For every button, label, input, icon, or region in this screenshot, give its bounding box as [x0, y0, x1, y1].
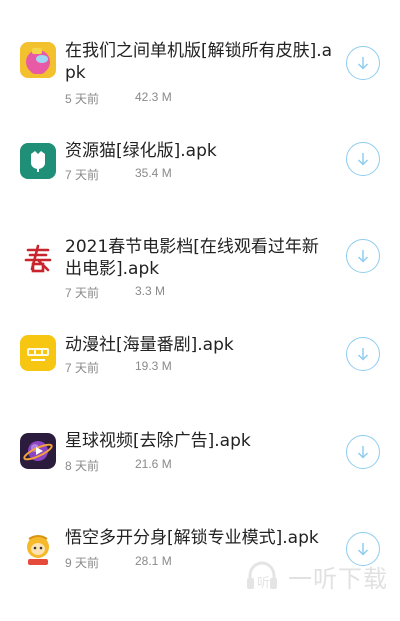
resource-cat-icon [20, 143, 56, 179]
download-arrow-icon [357, 446, 369, 459]
watermark: 听 一听下载 [242, 556, 388, 596]
app-size: 21.6 M [135, 457, 172, 471]
app-meta: 8 天前 21.6 M [65, 457, 172, 474]
app-time: 7 天前 [65, 286, 100, 300]
list-item[interactable]: 星球视频[去除广告].apk 8 天前 21.6 M [0, 427, 400, 523]
download-arrow-icon [357, 250, 369, 263]
app-size: 3.3 M [135, 284, 166, 298]
download-button[interactable] [346, 46, 380, 80]
app-time: 5 天前 [65, 92, 100, 106]
app-size: 42.3 M [135, 90, 172, 104]
app-size: 28.1 M [135, 554, 172, 568]
app-title[interactable]: 悟空多开分身[解锁专业模式].apk [65, 527, 335, 549]
app-title[interactable]: 2021春节电影档[在线观看过年新出电影].apk [65, 236, 335, 280]
app-time: 9 天前 [65, 556, 100, 570]
download-arrow-icon [357, 543, 369, 556]
spring-festival-icon [20, 241, 56, 277]
app-title[interactable]: 资源猫[绿化版].apk [65, 140, 335, 162]
app-meta: 5 天前 42.3 M [65, 90, 172, 107]
app-meta: 7 天前 35.4 M [65, 166, 172, 183]
among-us-icon [20, 42, 56, 78]
watermark-text: 一听下载 [288, 564, 388, 593]
app-title[interactable]: 在我们之间单机版[解锁所有皮肤].apk [65, 40, 335, 84]
download-button[interactable] [346, 337, 380, 371]
app-title[interactable]: 动漫社[海量番剧].apk [65, 334, 335, 356]
download-button[interactable] [346, 239, 380, 273]
svg-text:听: 听 [257, 576, 270, 591]
download-arrow-icon [357, 153, 369, 166]
app-title[interactable]: 星球视频[去除广告].apk [65, 430, 335, 452]
planet-video-icon [20, 433, 56, 469]
wukong-icon [20, 531, 56, 567]
headphone-logo-icon: 听 [247, 561, 277, 591]
app-download-list: 在我们之间单机版[解锁所有皮肤].apk 5 天前 42.3 M 资源猫[绿化版… [0, 0, 400, 600]
app-meta: 7 天前 3.3 M [65, 284, 165, 301]
list-item[interactable]: 资源猫[绿化版].apk 7 天前 35.4 M [0, 137, 400, 233]
app-meta: 9 天前 28.1 M [65, 554, 172, 571]
download-button[interactable] [346, 142, 380, 176]
app-time: 8 天前 [65, 459, 100, 473]
anime-club-icon [20, 335, 56, 371]
app-size: 19.3 M [135, 359, 172, 373]
download-arrow-icon [357, 57, 369, 70]
app-meta: 7 天前 19.3 M [65, 359, 172, 376]
list-item[interactable]: 2021春节电影档[在线观看过年新出电影].apk 7 天前 3.3 M [0, 233, 400, 329]
download-button[interactable] [346, 435, 380, 469]
app-size: 35.4 M [135, 166, 172, 180]
list-item[interactable]: 动漫社[海量番剧].apk 7 天前 19.3 M [0, 331, 400, 427]
download-arrow-icon [357, 348, 369, 361]
app-time: 7 天前 [65, 168, 100, 182]
app-time: 7 天前 [65, 361, 100, 375]
list-item[interactable]: 在我们之间单机版[解锁所有皮肤].apk 5 天前 42.3 M [0, 38, 400, 134]
